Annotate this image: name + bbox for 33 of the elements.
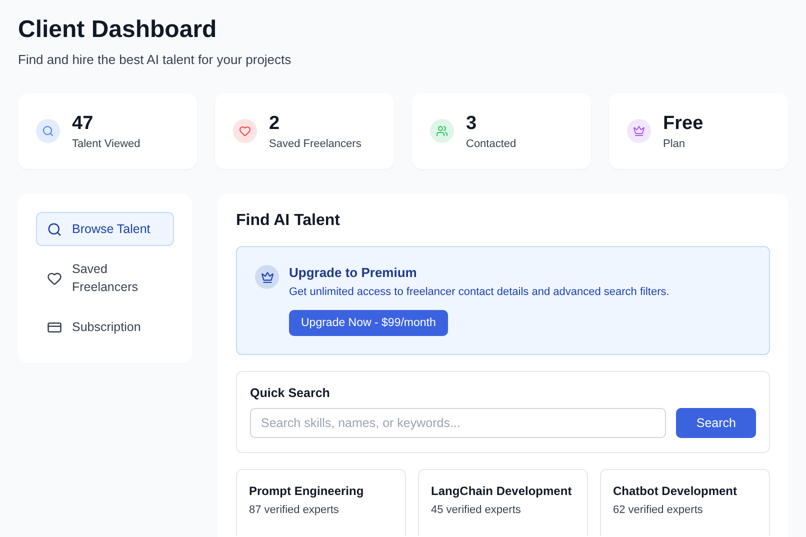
page-subtitle: Find and hire the best AI talent for your projects [18, 52, 292, 67]
stat-label: Contacted [466, 138, 516, 150]
category-card[interactable]: Prompt Engineering 87 verified experts [236, 469, 406, 536]
category-name: LangChain Development [431, 484, 573, 498]
heart-icon [47, 270, 62, 286]
category-card[interactable]: Chatbot Development 62 verified experts [600, 469, 770, 536]
stat-value: 3 [466, 112, 478, 134]
category-count: 62 verified experts [613, 504, 704, 516]
search-button[interactable]: Search [676, 408, 756, 438]
search-field[interactable]: Search skills, names, or keywords... [250, 408, 666, 438]
sidebar-item[interactable]: Subscription [36, 310, 174, 344]
upgrade-button[interactable]: Upgrade Now - $99/month [289, 310, 448, 336]
sidebar-item[interactable]: Browse Talent [36, 212, 174, 246]
stat-label: Talent Viewed [72, 138, 140, 150]
banner-title: Upgrade to Premium [289, 265, 417, 280]
stat-label: Saved Freelancers [269, 138, 362, 150]
stat-value: Free [663, 112, 704, 134]
card-icon [47, 320, 62, 335]
page-title: Client Dashboard [18, 16, 218, 44]
stat-value: 2 [269, 112, 281, 134]
sidebar-item[interactable]: Saved Freelancers [36, 252, 174, 304]
crown-icon [255, 265, 279, 289]
category-name: Chatbot Development [613, 484, 738, 498]
section-title: Find AI Talent [236, 212, 341, 230]
search-icon [47, 222, 62, 237]
stat-value: 47 [72, 112, 94, 134]
banner-text: Get unlimited access to freelancer contact details and advanced search filters. [289, 286, 670, 298]
stat-label: Plan [663, 138, 686, 150]
category-count: 87 verified experts [249, 504, 340, 516]
category-card[interactable]: LangChain Development 45 verified experts [418, 469, 588, 536]
search-title: Quick Search [250, 386, 331, 400]
category-name: Prompt Engineering [249, 484, 365, 498]
category-count: 45 verified experts [431, 504, 522, 516]
